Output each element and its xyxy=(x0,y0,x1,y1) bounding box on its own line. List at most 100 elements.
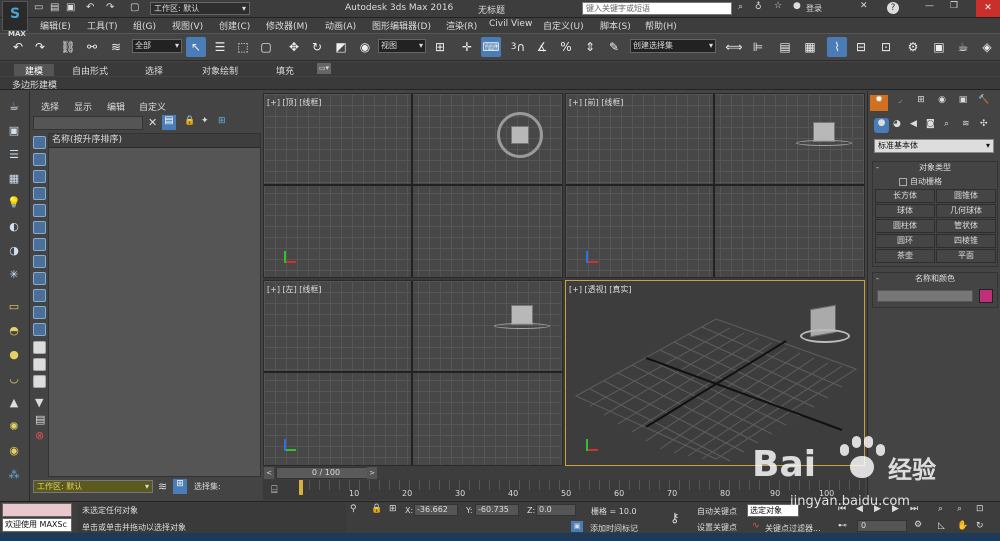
pivot-center-icon[interactable]: ⊞ xyxy=(430,37,450,57)
create-sphere-button[interactable]: 球体 xyxy=(875,204,935,218)
star-icon[interactable]: ☆ xyxy=(774,1,782,11)
ribbon-tab-selection[interactable]: 选择 xyxy=(145,64,163,77)
scene-menu-display[interactable]: 显示 xyxy=(74,100,92,113)
angle-snap-icon[interactable]: ∡ xyxy=(532,37,552,57)
create-teapot-button[interactable]: 茶壶 xyxy=(875,249,935,263)
display-geometry-icon[interactable] xyxy=(33,153,46,166)
filter-funnel-icon[interactable]: ▼ xyxy=(35,396,43,409)
create-plane-button[interactable]: 平面 xyxy=(936,249,996,263)
rect-selection-icon[interactable]: ⬚ xyxy=(233,37,253,57)
scene-workspace-dropdown[interactable]: 工作区: 默认 ▾ xyxy=(33,480,153,493)
teapot-icon[interactable]: ☕ xyxy=(5,99,23,115)
layer-explorer-icon[interactable]: ▤ xyxy=(775,37,795,57)
absolute-mode-icon[interactable]: ⊞ xyxy=(389,504,397,514)
layer-filter-icon[interactable]: ▤ xyxy=(35,413,45,426)
ribbon-sub-label[interactable]: 多边形建模 xyxy=(12,78,57,91)
unlink-icon[interactable]: ⚯ xyxy=(82,37,102,57)
current-frame-marker[interactable] xyxy=(299,480,303,495)
zoom-all-icon[interactable]: ⌕ xyxy=(957,504,962,514)
viewport-left[interactable]: [+] [左] [线框] xyxy=(263,280,563,466)
modify-tab-icon[interactable]: ◞ xyxy=(891,95,909,111)
viewport-top[interactable]: [+] [顶] [线框] xyxy=(263,93,563,278)
app-logo[interactable]: MAX S xyxy=(2,1,28,38)
sphere-icon[interactable]: ● xyxy=(5,347,23,363)
curve-icon[interactable]: ∿ xyxy=(752,521,760,531)
helpers-icon[interactable]: ⌕ xyxy=(944,119,949,129)
primitive-type-dropdown[interactable]: 标准基本体 ▾ xyxy=(874,139,994,153)
set-key-button[interactable]: 设置关键点 xyxy=(697,522,737,533)
rendered-frame-window-icon[interactable]: ▣ xyxy=(929,37,949,57)
save-file-icon[interactable]: ▣ xyxy=(66,2,75,13)
z-coordinate-field[interactable]: 0.0 xyxy=(536,504,576,516)
object-type-header[interactable]: - 对象类型 xyxy=(873,162,997,174)
clear-search-icon[interactable]: ✕ xyxy=(148,116,157,129)
name-color-header[interactable]: - 名称和颜色 xyxy=(873,273,997,285)
snaps-toggle-icon[interactable]: 3 ∩ xyxy=(508,37,528,57)
object-color-swatch[interactable] xyxy=(979,289,993,303)
menu-modifiers[interactable]: 修改器(M) xyxy=(266,19,308,32)
maxscript-mini-listener[interactable] xyxy=(2,503,72,517)
menu-customize[interactable]: 自定义(U) xyxy=(543,19,584,32)
display-bones-icon[interactable] xyxy=(33,289,46,302)
render-icon[interactable]: ▣ xyxy=(5,123,23,139)
display-shapes-icon[interactable] xyxy=(33,170,46,183)
current-frame-field[interactable]: 0 xyxy=(857,520,907,532)
search-input[interactable]: 键入关键字或短语 xyxy=(582,2,732,15)
key-icon[interactable]: ⚷ xyxy=(670,511,680,526)
create-pyramid-button[interactable]: 四棱锥 xyxy=(936,234,996,248)
time-next-icon[interactable]: > xyxy=(367,467,377,479)
edit-named-selection-icon[interactable]: ✎ xyxy=(604,37,624,57)
create-torus-button[interactable]: 圆环 xyxy=(875,234,935,248)
workspace-selector[interactable]: 工作区: 默认 ▾ xyxy=(150,2,250,15)
display-xrefs-icon[interactable] xyxy=(33,272,46,285)
selection-filter-dropdown[interactable]: 全部 ▾ xyxy=(132,39,182,53)
scene-search-field[interactable] xyxy=(33,116,143,130)
viewport-label[interactable]: [+] [前] [线框] xyxy=(569,97,624,108)
place-icon[interactable]: ◉ xyxy=(355,37,375,57)
particles-icon[interactable]: ⁂ xyxy=(5,467,23,483)
selection-lock-icon[interactable]: 🔒 xyxy=(371,504,382,514)
next-frame-icon[interactable]: ▶ xyxy=(892,504,899,514)
window-crossing-icon[interactable]: ▢ xyxy=(256,37,276,57)
ribbon-tab-object-paint[interactable]: 对象绘制 xyxy=(202,64,238,77)
space-warp-icon[interactable]: ✳ xyxy=(5,267,23,283)
help-icon[interactable]: ? xyxy=(887,2,899,14)
delete-filter-icon[interactable]: ⊗ xyxy=(35,429,44,442)
time-prev-icon[interactable]: < xyxy=(264,467,274,479)
shapes-icon[interactable]: ◕ xyxy=(893,119,901,129)
menu-create[interactable]: 创建(C) xyxy=(219,19,250,32)
orbit-icon[interactable]: ↻ xyxy=(976,521,984,531)
select-by-name-icon[interactable]: ☰ xyxy=(210,37,230,57)
layers-icon[interactable]: ≋ xyxy=(158,480,167,493)
ribbon-tab-freeform[interactable]: 自由形式 xyxy=(72,64,108,77)
create-cylinder-button[interactable]: 圆柱体 xyxy=(875,219,935,233)
time-tag-icon[interactable]: ▣ xyxy=(571,521,583,532)
time-slider[interactable]: 0 / 100 xyxy=(276,467,376,479)
link-icon[interactable]: ⛓ xyxy=(58,37,78,57)
utilities-tab-icon[interactable]: 🔨 xyxy=(975,95,993,111)
scene-menu-customize[interactable]: 自定义 xyxy=(139,100,166,113)
space-warps-icon[interactable]: ≋ xyxy=(962,119,970,129)
prev-frame-icon[interactable]: ◀ xyxy=(856,504,863,514)
redo-icon[interactable]: ↷ xyxy=(106,2,114,13)
key-mode-icon[interactable]: ⊷ xyxy=(838,521,847,531)
redo-button[interactable]: ↷ xyxy=(30,37,50,57)
zoom-extents-icon[interactable]: ⊡ xyxy=(976,504,984,514)
grid-table-icon[interactable]: ▦ xyxy=(5,171,23,187)
select-object-button[interactable]: ↖ xyxy=(186,37,206,57)
ribbon-toggle-icon[interactable]: ▦ xyxy=(800,37,820,57)
track-bar[interactable]: ⌸ 10 20 30 40 50 60 70 80 90 100 xyxy=(263,480,865,500)
menu-rendering[interactable]: 渲染(R) xyxy=(446,19,477,32)
login-label[interactable]: 登录 xyxy=(806,3,822,14)
bowl-icon[interactable]: ◡ xyxy=(5,371,23,387)
go-to-end-icon[interactable]: ⏭ xyxy=(910,504,918,514)
schematic-view-icon[interactable]: ⊟ xyxy=(851,37,871,57)
motion-tab-icon[interactable]: ◉ xyxy=(933,95,951,111)
display-lights-icon[interactable] xyxy=(33,187,46,200)
time-config-icon[interactable]: ⚙ xyxy=(914,520,922,530)
exchange-icon[interactable]: ✕ xyxy=(860,1,868,11)
half-sphere-icon[interactable]: ◓ xyxy=(5,323,23,339)
viewcube-icon[interactable] xyxy=(800,303,850,347)
menu-tools[interactable]: 工具(T) xyxy=(87,19,118,32)
display-children-icon[interactable] xyxy=(33,358,46,371)
